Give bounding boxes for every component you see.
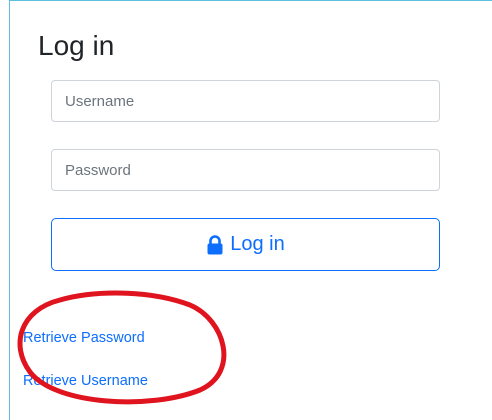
page-title: Log in	[38, 30, 115, 61]
retrieve-password-link[interactable]: Retrieve Password	[23, 330, 145, 346]
login-button-label: Log in	[230, 233, 285, 255]
username-input[interactable]	[51, 80, 440, 122]
password-input[interactable]	[51, 149, 440, 191]
lock-icon	[206, 234, 224, 255]
retrieve-username-link[interactable]: Retrieve Username	[23, 373, 148, 389]
login-button[interactable]: Log in	[51, 218, 440, 271]
